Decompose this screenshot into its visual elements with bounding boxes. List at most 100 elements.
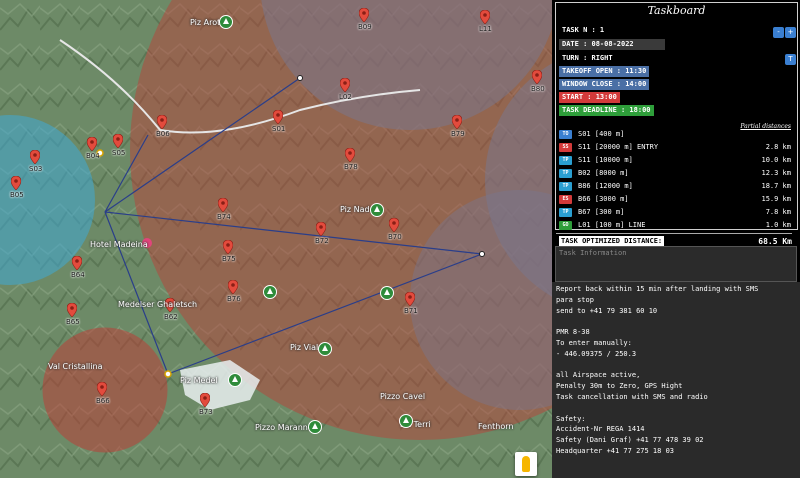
peak-icon — [370, 203, 384, 217]
map-pin-label: L02 — [339, 93, 352, 101]
turnpoint-distance: 10.0 km — [761, 156, 791, 164]
turnpoint-distance: 18.7 km — [761, 182, 791, 190]
turnpoint-type-badge: TP — [559, 182, 572, 191]
map-pin-label: S03 — [29, 165, 43, 173]
start-time: START : 13:00 — [559, 92, 620, 103]
note-line: - 446.09375 / 250.3 — [556, 349, 637, 358]
task-deadline: TASK DEADLINE : 18:00 — [559, 105, 654, 116]
turnpoint-type-badge: TO — [559, 130, 572, 139]
map-pin-label: L11 — [479, 25, 492, 33]
peak-icon — [219, 15, 233, 29]
map-pin-label: B65 — [66, 318, 80, 326]
note-line: para stop — [556, 295, 594, 304]
peak-icon — [263, 285, 277, 299]
turnpoint-row[interactable]: TP B02 [8000 m] 12.3 km — [559, 168, 791, 179]
task-turn: TURN : RIGHT — [562, 54, 613, 62]
map-pin-label: B76 — [227, 295, 241, 303]
street-view-pegman-icon[interactable] — [515, 452, 537, 476]
turnpoint-type-badge: TP — [559, 169, 572, 178]
turnpoint-name: S01 [400 m] — [578, 130, 625, 138]
place-label: Pizzo Cavel — [380, 392, 426, 401]
turnpoint-type-badge: TP — [559, 156, 572, 165]
turnpoint-name: B02 [8000 m] — [578, 169, 629, 177]
turnpoint-name: B67 [300 m] — [578, 208, 625, 216]
peak-icon — [228, 373, 242, 387]
turnpoint-type-badge: SS — [559, 143, 572, 152]
note-line: Safety: — [556, 414, 586, 423]
optimized-distance-row: TASK OPTIMIZED DISTANCE: 68.5 Km — [556, 233, 792, 247]
waypoint-marker — [297, 75, 303, 81]
map-pin-label: B72 — [315, 237, 329, 245]
peak-icon — [380, 286, 394, 300]
task-date: DATE : 08-08-2022 — [559, 39, 665, 50]
map-pin-label: B62 — [164, 313, 178, 321]
plus-button[interactable]: + — [785, 27, 796, 38]
takeoff-open: TAKEOFF OPEN : 11:30 — [559, 66, 650, 77]
task-notes: Report back within 15 min after landing … — [552, 282, 800, 478]
note-line: all Airspace active, — [556, 371, 641, 380]
map-pin-label: B75 — [222, 255, 236, 263]
map-pin-label: S05 — [112, 149, 126, 157]
turnpoint-row[interactable]: ES B66 [3000 m] 15.9 km — [559, 194, 791, 205]
turnpoint-distance: 2.8 km — [765, 143, 791, 151]
map-pin-label: B04 — [86, 152, 100, 160]
turnpoint-type-badge: TP — [559, 208, 572, 217]
turnpoint-name: S11 [20000 m] ENTRY — [578, 143, 659, 151]
minus-button[interactable]: - — [773, 27, 784, 38]
map-pin-label: B74 — [217, 213, 231, 221]
t-button[interactable]: T — [785, 54, 796, 65]
turnpoint-row[interactable]: GO L01 [100 m] LINE 1.0 km — [559, 220, 791, 231]
map-pin-label: B64 — [71, 271, 85, 279]
place-label: Pizzo Maranno — [255, 423, 313, 432]
task-information-field[interactable]: Task Information — [555, 246, 797, 282]
place-label: Piz Vial — [290, 343, 319, 352]
peak-icon — [308, 420, 322, 434]
note-line: Headquarter +41 77 275 18 03 — [556, 447, 675, 455]
peak-icon — [399, 414, 413, 428]
note-line: Task cancellation with SMS and radio — [556, 393, 708, 401]
turnpoint-row[interactable]: TP S11 [10000 m] 10.0 km — [559, 155, 791, 166]
note-line: To enter manually: — [556, 339, 632, 347]
note-line: Penalty 30m to Zero, GPS Hight — [556, 382, 683, 391]
map-pin-label: B80 — [531, 85, 545, 93]
place-label: Piz Arot — [190, 18, 221, 27]
turnpoint-row[interactable]: SS S11 [20000 m] ENTRY 2.8 km — [559, 142, 791, 153]
map-pin-label: B09 — [358, 23, 372, 31]
map-pin-label: B78 — [344, 163, 358, 171]
turnpoint-row[interactable]: TO S01 [400 m] — [559, 129, 791, 140]
note-line: PMR 8-38 — [556, 328, 590, 337]
note-line: send to +41 79 381 60 10 — [556, 306, 658, 315]
place-label: Fenthorn — [478, 422, 514, 431]
place-label: Medelser Ghaletsch — [118, 300, 198, 309]
map-pin-label: B73 — [199, 408, 213, 416]
turnpoint-distance: 1.0 km — [765, 221, 791, 229]
map-pin-label: S01 — [272, 125, 286, 133]
map-canvas[interactable] — [0, 0, 552, 478]
side-panel: Taskboard - + T TASK N : 1 DATE : 08-08-… — [552, 0, 800, 478]
map-pin-label: B71 — [404, 307, 418, 315]
waypoint-marker — [479, 251, 485, 257]
turnpoint-name: B66 [3000 m] — [578, 195, 629, 203]
note-line: Accident-Nr REGA 1414 — [556, 425, 645, 434]
turnpoint-name: S11 [10000 m] — [578, 156, 633, 164]
turnpoint-type-badge: GO — [559, 221, 572, 230]
taskboard-title: Taskboard — [647, 4, 706, 17]
place-label: Hotel Madeina — [90, 240, 148, 249]
turnpoint-distance: 12.3 km — [761, 169, 791, 177]
map-pin-label: B05 — [10, 191, 24, 199]
map-pin-label: B70 — [388, 233, 402, 241]
place-label: Val Cristallina — [48, 362, 103, 371]
turnpoint-name: B86 [12000 m] — [578, 182, 633, 190]
map-view[interactable]: B09 L11 B06 S01 L02 B79 S03 B04 S05 B78 B05 B74 B70 B… — [0, 0, 552, 478]
turnpoint-name: L01 [100 m] LINE — [578, 221, 646, 229]
turnpoint-distance: 7.8 km — [765, 208, 791, 216]
map-pin-label: B79 — [451, 130, 465, 138]
turnpoint-distance: 15.9 km — [761, 195, 791, 203]
waypoint-marker — [164, 370, 172, 378]
place-label: Piz Medel — [180, 376, 218, 385]
map-pin-label: B66 — [96, 397, 110, 405]
taskboard: Taskboard - + T TASK N : 1 DATE : 08-08-… — [555, 2, 798, 247]
window-close: WINDOW CLOSE : 14:00 — [559, 79, 650, 90]
turnpoint-row[interactable]: TP B67 [300 m] 7.8 km — [559, 207, 791, 218]
turnpoint-row[interactable]: TP B86 [12000 m] 18.7 km — [559, 181, 791, 192]
